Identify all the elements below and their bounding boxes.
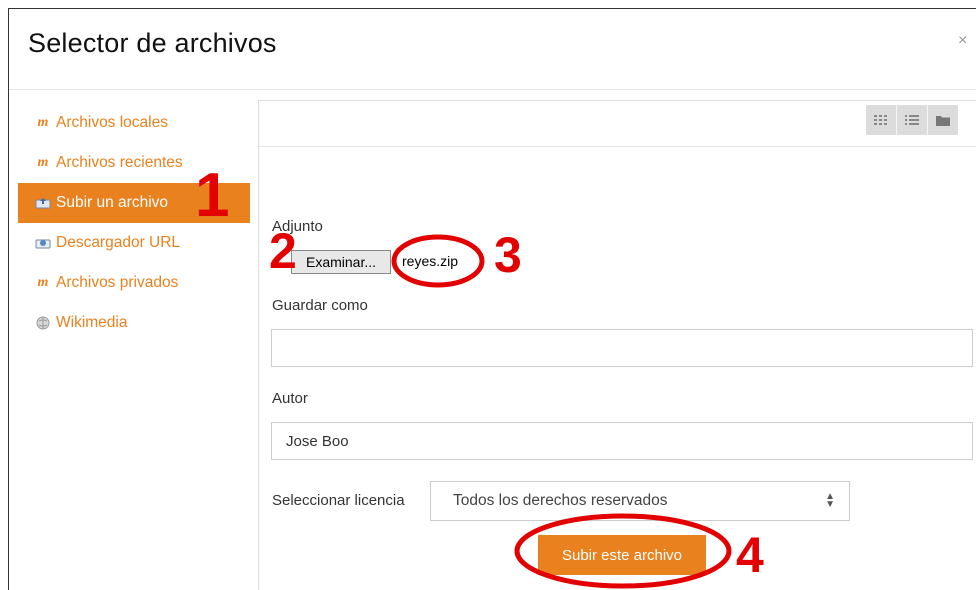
sidebar-item-archivos-locales[interactable]: m Archivos locales (18, 103, 250, 143)
select-arrows-icon: ▲ ▼ (825, 491, 835, 510)
folder-view-icon[interactable] (928, 105, 958, 135)
toolbar-divider (259, 146, 976, 147)
sidebar-item-archivos-privados[interactable]: m Archivos privados (18, 263, 250, 303)
save-as-input[interactable] (271, 329, 973, 367)
selected-file-name: reyes.zip (402, 253, 459, 269)
url-download-icon (34, 236, 52, 250)
author-label: Autor (272, 390, 308, 407)
view-switcher (866, 105, 958, 135)
annotation-step-3: 3 (494, 227, 522, 283)
annotation-step-2: 2 (269, 223, 297, 279)
sidebar-item-label: Archivos privados (56, 274, 179, 291)
wikimedia-globe-icon (34, 316, 52, 330)
icons-view-icon[interactable] (866, 105, 897, 135)
license-select[interactable]: Todos los derechos reservados ▲ ▼ (430, 481, 850, 521)
author-input[interactable] (271, 422, 973, 460)
moodle-icon: m (37, 115, 49, 130)
sidebar-item-wikimedia[interactable]: Wikimedia (18, 303, 250, 343)
annotation-step-1: 1 (195, 161, 230, 230)
sidebar-item-label: Archivos locales (56, 114, 168, 131)
list-view-icon[interactable] (897, 105, 928, 135)
save-as-label: Guardar como (272, 297, 368, 314)
dialog-title: Selector de archivos (28, 28, 277, 58)
browse-button[interactable]: Examinar... (291, 250, 391, 274)
sidebar-item-label: Archivos recientes (56, 154, 183, 171)
sidebar-item-label: Descargador URL (56, 234, 181, 251)
moodle-icon: m (37, 275, 49, 290)
sidebar-item-label: Subir un archivo (56, 194, 169, 211)
header-divider (9, 89, 976, 90)
annotation-step-4: 4 (736, 527, 764, 583)
license-label: Seleccionar licencia (272, 492, 405, 509)
moodle-icon: m (37, 155, 49, 170)
license-selected-value: Todos los derechos reservados (453, 492, 668, 509)
close-icon[interactable]: × (958, 32, 967, 50)
sidebar-item-label: Wikimedia (56, 314, 128, 331)
upload-icon (34, 196, 52, 210)
upload-file-button[interactable]: Subir este archivo (538, 535, 706, 575)
